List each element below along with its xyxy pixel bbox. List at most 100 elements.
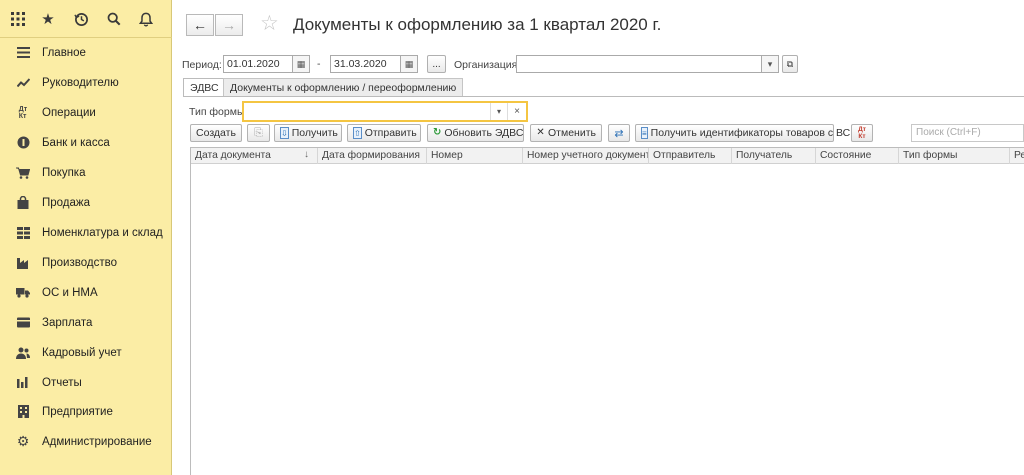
organization-input[interactable] xyxy=(516,55,762,73)
bar-chart-icon xyxy=(16,376,30,390)
column-header-formation-date[interactable]: Дата формирования xyxy=(318,148,427,164)
sidebar-item-fixed-assets[interactable]: ОС и НМА xyxy=(0,278,171,307)
table-header: Дата документа ↓ Дата формирования Номер… xyxy=(191,148,1024,164)
chevron-down-icon[interactable]: ▾ xyxy=(490,103,507,120)
copy-icon: ⎘ xyxy=(254,126,263,139)
truck-icon xyxy=(16,286,30,300)
receive-label: Получить xyxy=(291,127,338,139)
tab-documents-to-process[interactable]: Документы к оформлению / переоформлению xyxy=(223,78,464,97)
form-type-input[interactable]: ▾ × xyxy=(242,101,528,122)
trend-chart-icon xyxy=(16,76,30,90)
building-icon xyxy=(16,405,30,419)
favorite-star-icon[interactable]: ☆ xyxy=(260,11,279,36)
column-label: Дата формирования xyxy=(322,150,420,161)
sidebar-item-nomenclature[interactable]: Номенклатура и склад xyxy=(0,218,171,247)
calendar-icon: ▦ xyxy=(296,58,306,69)
receive-button[interactable]: ⇩ Получить xyxy=(274,124,342,142)
arrow-right-icon: → xyxy=(222,17,236,33)
column-label: Отправитель xyxy=(653,150,716,161)
clear-icon[interactable]: × xyxy=(507,103,526,120)
column-header-status[interactable]: Состояние xyxy=(816,148,899,164)
period-label: Период: xyxy=(182,59,222,71)
bell-icon[interactable] xyxy=(136,10,156,28)
sidebar-item-purchase[interactable]: Покупка xyxy=(0,158,171,187)
create-button[interactable]: Создать xyxy=(190,124,242,142)
column-header-number[interactable]: Номер xyxy=(427,148,523,164)
sort-down-icon: ↓ xyxy=(304,149,309,160)
document-receive-icon: ⇩ xyxy=(280,127,289,139)
postings-button[interactable]: Дт Кт xyxy=(851,124,873,142)
organization-open-button[interactable]: ⧉ xyxy=(782,55,798,73)
sidebar-item-manager[interactable]: Руководителю xyxy=(0,68,171,97)
sidebar-item-hr[interactable]: Кадровый учет xyxy=(0,338,171,367)
sidebar-item-label: Главное xyxy=(42,46,86,59)
star-icon[interactable]: ★ xyxy=(38,10,58,28)
column-header-doc-date[interactable]: Дата документа ↓ xyxy=(191,148,318,164)
column-label: Дата документа xyxy=(195,150,271,161)
cart-icon xyxy=(16,166,30,180)
wallet-icon xyxy=(16,316,30,330)
search-input[interactable]: Поиск (Ctrl+F) xyxy=(911,124,1024,142)
cancel-button[interactable]: ✕ Отменить xyxy=(530,124,602,142)
page-title: Документы к оформлению за 1 квартал 2020… xyxy=(293,15,662,34)
column-label: Тип формы xyxy=(903,150,958,161)
column-header-account-doc-number[interactable]: Номер учетного документа xyxy=(523,148,649,164)
get-ids-button[interactable]: ≡ Получить идентификаторы товаров с ВС xyxy=(635,124,850,142)
tab-divider xyxy=(183,96,1024,97)
date-to-calendar-button[interactable]: ▦ xyxy=(401,55,418,73)
sidebar-item-sales[interactable]: Продажа xyxy=(0,188,171,217)
tab-edvs[interactable]: ЭДВС xyxy=(183,78,226,97)
menu-lines-icon xyxy=(16,46,30,60)
date-from-input[interactable]: 01.01.2020 xyxy=(223,55,293,73)
sidebar-item-label: Номенклатура и склад xyxy=(42,226,163,239)
sidebar-item-enterprise[interactable]: Предприятие xyxy=(0,397,171,426)
sidebar-item-operations[interactable]: Дт Кт Операции xyxy=(0,98,171,127)
date-from-calendar-button[interactable]: ▦ xyxy=(293,55,310,73)
column-label: Номер учетного документа xyxy=(527,150,649,161)
column-label: Ре xyxy=(1014,150,1024,161)
history-icon[interactable] xyxy=(71,10,91,28)
sidebar-item-main[interactable]: Главное xyxy=(0,38,171,67)
shopping-bag-icon xyxy=(16,196,30,210)
sidebar-item-admin[interactable]: ⚙ Администрирование xyxy=(0,427,171,456)
sidebar-item-production[interactable]: Производство xyxy=(0,248,171,277)
cancel-label: Отменить xyxy=(548,127,596,139)
send-button[interactable]: ⇧ Отправить xyxy=(347,124,421,142)
debit-credit-icon: Дт Кт xyxy=(858,126,866,140)
exchange-icon: ⇄ xyxy=(614,127,624,140)
send-label: Отправить xyxy=(364,127,417,139)
people-icon xyxy=(16,346,30,360)
sidebar-item-label: Кадровый учет xyxy=(42,346,122,359)
coin-icon xyxy=(16,136,30,150)
sidebar-item-label: Зарплата xyxy=(42,316,93,329)
search-icon[interactable] xyxy=(104,10,124,28)
organization-label: Организация: xyxy=(454,59,521,71)
sidebar-item-label: Банк и касса xyxy=(42,136,110,149)
column-header-form-type[interactable]: Тип формы xyxy=(899,148,1010,164)
sidebar-item-salary[interactable]: Зарплата xyxy=(0,308,171,337)
exchange-button[interactable]: ⇄ xyxy=(608,124,630,142)
column-label: Получатель xyxy=(736,150,793,161)
factory-icon xyxy=(16,256,30,270)
sidebar-item-label: Продажа xyxy=(42,196,90,209)
organization-dropdown-button[interactable]: ▾ xyxy=(762,55,779,73)
form-type-label: Тип формы: xyxy=(189,106,248,118)
documents-table[interactable]: Дата документа ↓ Дата формирования Номер… xyxy=(190,147,1024,475)
forward-button[interactable]: → xyxy=(215,14,243,36)
sidebar-item-reports[interactable]: Отчеты xyxy=(0,368,171,397)
column-header-extra[interactable]: Ре xyxy=(1010,148,1024,164)
sidebar: ★ Главное Руководителю Дт Кт Операции Бан… xyxy=(0,0,172,475)
back-button[interactable]: ← xyxy=(186,14,214,36)
refresh-edvs-button[interactable]: ↻ Обновить ЭДВС xyxy=(427,124,524,142)
apps-grid-icon[interactable] xyxy=(8,10,28,28)
column-header-recipient[interactable]: Получатель xyxy=(732,148,816,164)
sidebar-item-bank[interactable]: Банк и касса xyxy=(0,128,171,157)
sidebar-item-label: Руководителю xyxy=(42,76,119,89)
column-header-sender[interactable]: Отправитель xyxy=(649,148,732,164)
refresh-icon: ↻ xyxy=(433,127,442,138)
arrow-left-icon: ← xyxy=(193,17,207,33)
column-label: Номер xyxy=(431,150,463,161)
period-select-button[interactable]: ... xyxy=(427,55,446,73)
copy-button[interactable]: ⎘ xyxy=(247,124,270,142)
date-to-input[interactable]: 31.03.2020 xyxy=(330,55,401,73)
